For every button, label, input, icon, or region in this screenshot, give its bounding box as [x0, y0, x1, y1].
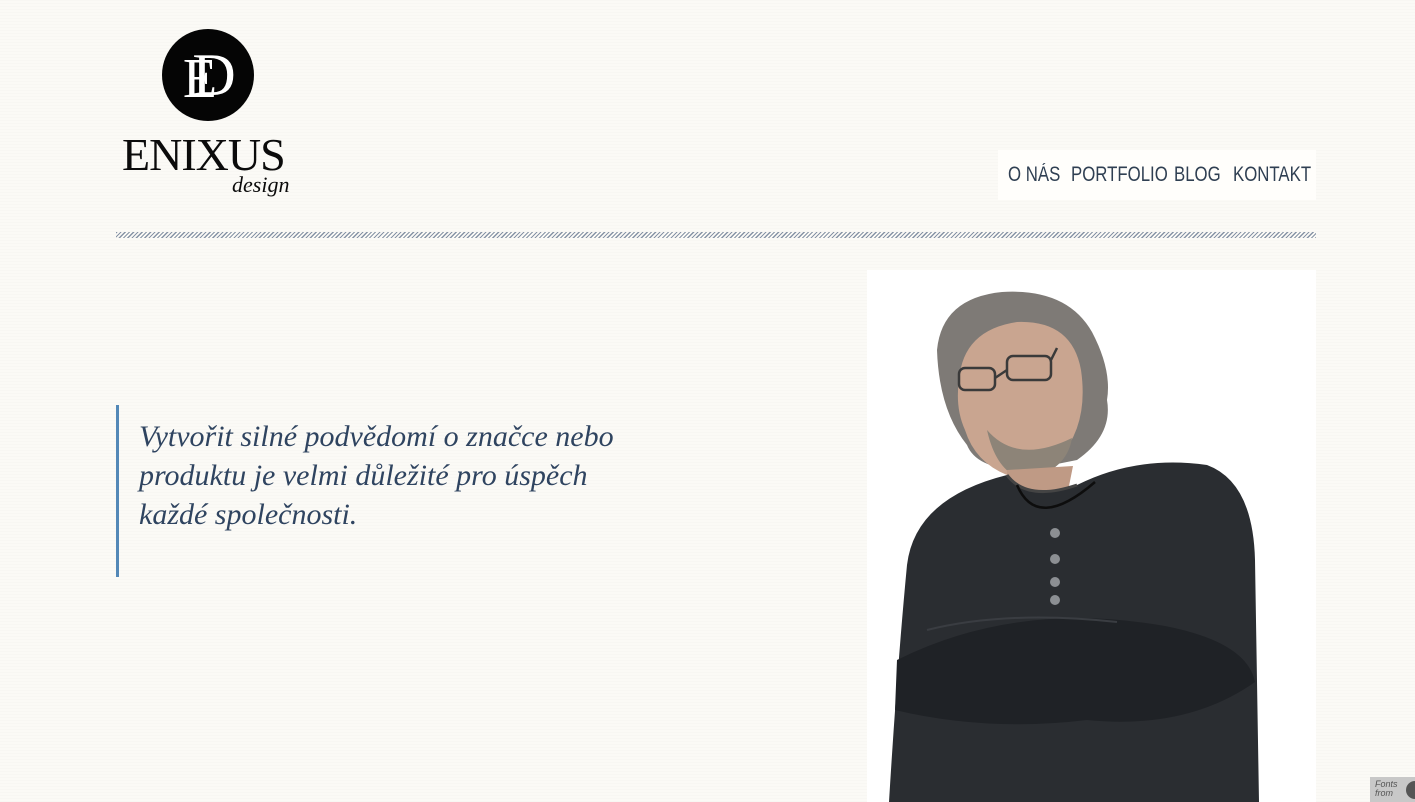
nav-item-kontakt[interactable]: KONTAKT [1233, 163, 1311, 187]
badge-logo-icon [1406, 781, 1415, 799]
quote-line-1: Vytvořit silné podvědomí o značce nebo [139, 420, 614, 453]
quote-line-2: produktu je velmi důležité pro úspěch [139, 459, 588, 492]
main-nav: O NÁS PORTFOLIO BLOG KONTAKT [998, 150, 1316, 200]
logo[interactable]: E D ENIXUS design [118, 28, 298, 203]
nav-item-o-nas[interactable]: O NÁS [1008, 163, 1060, 187]
intro-quote: Vytvořit silné podvědomí o značce nebo p… [116, 405, 676, 577]
header-divider [116, 232, 1316, 238]
logo-tagline: design [232, 172, 290, 197]
quote-line-3: každé společnosti. [139, 498, 358, 531]
nav-item-blog[interactable]: BLOG [1174, 163, 1221, 187]
nav-item-portfolio[interactable]: PORTFOLIO [1071, 163, 1168, 187]
fonts-badge[interactable]: Fonts from [1370, 777, 1415, 802]
svg-text:D: D [192, 42, 235, 108]
portrait-photo [867, 270, 1316, 802]
badge-text-2: from [1375, 788, 1393, 798]
portrait-illustration [889, 291, 1259, 802]
logo-monogram-icon: E D [162, 29, 254, 121]
